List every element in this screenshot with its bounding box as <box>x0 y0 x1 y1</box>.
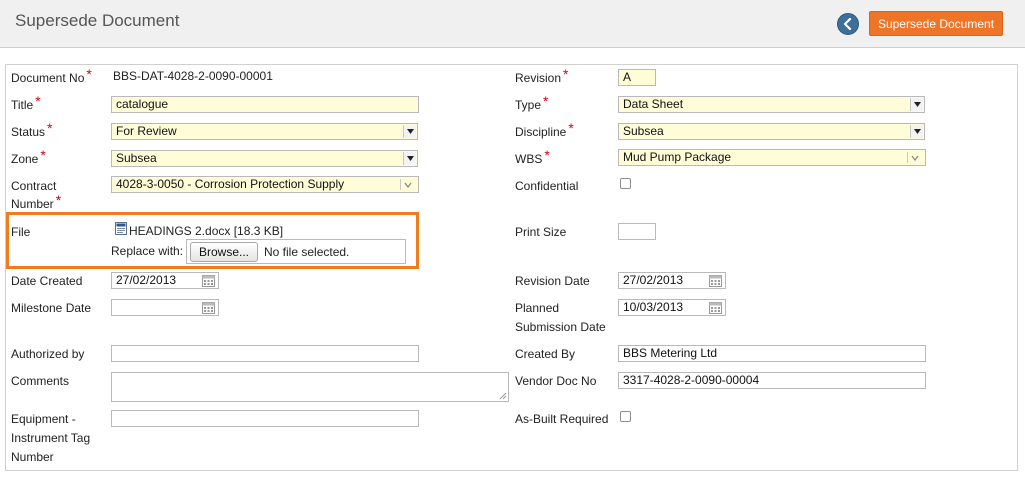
planned-submission-date-label-line1: Planned <box>515 301 560 315</box>
required-marker: * <box>86 66 92 82</box>
combobox-arrow-icon <box>400 178 416 191</box>
document-no-label: Document No * <box>11 66 92 85</box>
equipment-tag-label-line1: Equipment - <box>11 412 76 426</box>
planned-submission-date-label-line2: Submission Date <box>515 320 606 334</box>
dropdown-arrow-icon <box>403 152 416 165</box>
equipment-tag-label-line2: Instrument Tag <box>11 431 91 445</box>
calendar-icon[interactable] <box>202 301 215 314</box>
comments-textarea[interactable] <box>111 372 509 402</box>
status-label: Status * <box>11 120 53 139</box>
revision-label: Revision * <box>515 66 569 85</box>
created-by-label: Created By <box>515 347 576 361</box>
supersede-document-button[interactable]: Supersede Document <box>869 11 1003 36</box>
as-built-required-label: As-Built Required <box>515 412 609 426</box>
planned-submission-date-value: 10/03/2013 <box>623 300 684 314</box>
calendar-icon[interactable] <box>709 301 722 314</box>
required-marker: * <box>35 93 41 109</box>
print-size-input[interactable] <box>618 223 656 240</box>
page-header: Supersede Document Supersede Document <box>0 0 1025 48</box>
date-created-label: Date Created <box>11 274 83 288</box>
type-select-value: Data Sheet <box>623 97 684 111</box>
contract-number-combobox[interactable]: 4028-3-0050 - Corrosion Protection Suppl… <box>111 176 419 193</box>
status-select[interactable]: For Review <box>111 123 418 140</box>
type-label: Type * <box>515 93 549 112</box>
wbs-value: Mud Pump Package <box>623 150 732 164</box>
dropdown-arrow-icon <box>910 98 923 111</box>
vendor-doc-no-input[interactable]: 3317-4028-2-0090-00004 <box>618 372 926 389</box>
required-marker: * <box>544 147 550 163</box>
authorized-by-input[interactable] <box>111 345 419 362</box>
required-marker: * <box>563 66 569 82</box>
type-select[interactable]: Data Sheet <box>618 96 925 113</box>
date-created-input[interactable]: 27/02/2013 <box>111 272 219 289</box>
file-upload-input[interactable]: Browse... No file selected. <box>186 239 406 264</box>
required-marker: * <box>55 192 62 208</box>
confidential-checkbox[interactable] <box>620 178 631 189</box>
wbs-combobox[interactable]: Mud Pump Package <box>618 149 926 166</box>
contract-number-label-line1: Contract <box>11 179 57 193</box>
created-by-input[interactable]: BBS Metering Ltd <box>618 345 926 362</box>
required-marker: * <box>47 120 53 136</box>
title-input[interactable]: catalogue <box>111 96 419 113</box>
document-no-value: BBS-DAT-4028-2-0090-00001 <box>113 69 273 83</box>
zone-select[interactable]: Subsea <box>111 150 418 167</box>
required-marker: * <box>568 120 574 136</box>
title-label: Title * <box>11 93 41 112</box>
status-select-value: For Review <box>116 124 177 138</box>
file-label: File <box>11 225 31 239</box>
zone-select-value: Subsea <box>116 151 157 165</box>
back-button[interactable] <box>837 13 859 35</box>
revision-input[interactable]: A <box>618 69 656 86</box>
contract-number-label-line2: Number * <box>11 192 62 211</box>
replace-with-label: Replace with: <box>111 244 184 258</box>
chevron-left-icon <box>843 18 852 30</box>
calendar-icon[interactable] <box>709 274 722 287</box>
required-marker: * <box>543 93 549 109</box>
authorized-by-label: Authorized by <box>11 347 85 361</box>
confidential-label: Confidential <box>515 179 579 193</box>
calendar-icon[interactable] <box>202 274 215 287</box>
revision-date-label: Revision Date <box>515 274 590 288</box>
comments-label: Comments <box>11 374 70 388</box>
dropdown-arrow-icon <box>403 125 416 138</box>
equipment-tag-label-line3: Number <box>11 450 54 464</box>
required-marker: * <box>40 147 46 163</box>
revision-date-input[interactable]: 27/02/2013 <box>618 272 726 289</box>
dropdown-arrow-icon <box>910 125 923 138</box>
wbs-label: WBS * <box>515 147 550 166</box>
milestone-date-label: Milestone Date <box>11 301 92 315</box>
discipline-select-value: Subsea <box>623 124 664 138</box>
planned-submission-date-input[interactable]: 10/03/2013 <box>618 299 726 316</box>
vendor-doc-no-label: Vendor Doc No <box>515 374 597 388</box>
page-title: Supersede Document <box>15 11 180 30</box>
no-file-selected-text: No file selected. <box>264 245 350 259</box>
attached-file-link[interactable]: HEADINGS 2.docx [18.3 KB] <box>129 224 283 238</box>
equipment-tag-input[interactable] <box>111 410 419 427</box>
date-created-value: 27/02/2013 <box>116 273 177 287</box>
contract-number-value: 4028-3-0050 - Corrosion Protection Suppl… <box>116 177 345 191</box>
browse-button[interactable]: Browse... <box>190 242 258 262</box>
discipline-label: Discipline * <box>515 120 574 139</box>
discipline-select[interactable]: Subsea <box>618 123 925 140</box>
print-size-label: Print Size <box>515 225 567 239</box>
as-built-required-checkbox[interactable] <box>620 411 631 422</box>
resize-handle-icon[interactable] <box>499 392 507 400</box>
milestone-date-input[interactable] <box>111 299 219 316</box>
word-document-icon <box>115 222 127 235</box>
zone-label: Zone * <box>11 147 46 166</box>
combobox-arrow-icon <box>907 151 923 164</box>
revision-date-value: 27/02/2013 <box>623 273 684 287</box>
